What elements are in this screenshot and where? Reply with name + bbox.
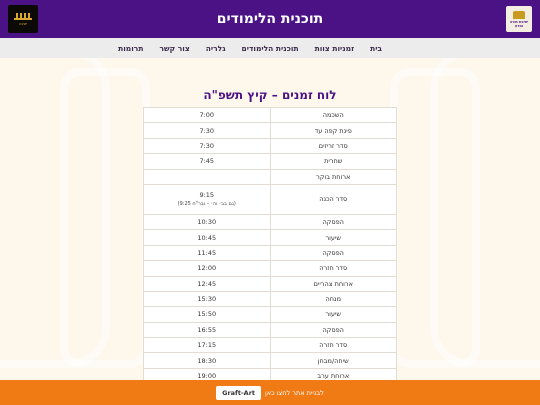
time-value: 18:30 [197, 356, 217, 365]
table-row: סדר הכנה 9:15 (גם בב׳ וה׳ – ובר"ח 9:25) [143, 183, 397, 215]
credit-button[interactable]: Graft-Art [216, 385, 262, 400]
time-value: 10:45 [197, 233, 217, 242]
time-cell: 10:45 [143, 229, 271, 246]
table-row: ארוחת ערב 19:00 [143, 367, 397, 380]
time-value: 7:30 [199, 126, 215, 135]
time-cell [143, 168, 271, 185]
time-cell: 7:45 [143, 153, 271, 170]
nav-item-curriculum[interactable]: תוכנית הלימודים [242, 44, 299, 53]
time-value: 9:15 [199, 191, 215, 200]
time-value: 10:30 [197, 218, 217, 227]
time-value: 15:30 [197, 295, 217, 304]
site-header: ישיבת תורה ומדע תוכנית הלימודים ישיבה [0, 0, 540, 38]
time-value: 17:15 [197, 341, 217, 350]
page-title: תוכנית הלימודים [216, 11, 324, 27]
time-value: 12:00 [197, 264, 217, 273]
time-cell: 10:30 [143, 213, 271, 231]
activity-cell: שחרית [269, 153, 397, 170]
table-row: הפסקה 16:55 [143, 321, 397, 339]
time-value: 7:00 [199, 111, 215, 120]
time-value: 7:30 [199, 141, 215, 150]
table-row: סדר זריזים 7:30 [143, 137, 397, 155]
time-cell: 9:15 (גם בב׳ וה׳ – ובר"ח 9:25) [143, 183, 271, 215]
time-value: 12:45 [197, 279, 217, 288]
nav-item-contact[interactable]: צור קשר [159, 44, 189, 53]
table-row: מנחה 15:30 [143, 290, 397, 308]
table-row: סדר חזרה 17:15 [143, 337, 397, 354]
table-row: שיעור 10:45 [143, 229, 397, 246]
table-row: השכמה 7:00 [143, 107, 397, 124]
activity-cell: סדר חזרה [269, 337, 397, 354]
partner-logo: ישיבה [8, 5, 38, 33]
table-row: ארוחת בוקר [143, 168, 397, 185]
time-value: 7:45 [199, 157, 215, 166]
table-row: הפסקה 11:45 [143, 244, 397, 262]
time-cell: 15:30 [143, 290, 271, 308]
time-cell: 12:45 [143, 275, 271, 292]
activity-cell: סדר הכנה [269, 183, 397, 215]
nav-item-donations[interactable]: תרומות [118, 44, 143, 53]
activity-cell: ארוחת צהריים [269, 275, 397, 292]
nav-item-staff[interactable]: זמניות צוות [315, 44, 355, 53]
footer-text[interactable]: לבניית אתר לחצו כאן [265, 389, 324, 397]
crown-icon [14, 12, 32, 20]
time-cell: 19:00 [143, 367, 271, 380]
activity-cell: הפסקה [269, 213, 397, 231]
time-cell: 18:30 [143, 352, 271, 369]
activity-cell: שיעור [269, 229, 397, 246]
time-cell: 7:30 [143, 137, 271, 155]
activity-cell: סדר חזרה [269, 260, 397, 277]
table-row: שיעור 15:50 [143, 306, 397, 323]
time-cell: 7:00 [143, 107, 271, 124]
logo-text: ישיבת תורה ומדע [509, 19, 529, 28]
time-value: 15:50 [197, 310, 217, 319]
activity-cell: הפסקה [269, 321, 397, 339]
activity-cell: סדר זריזים [269, 137, 397, 155]
activity-cell: פינת קפה עד [269, 122, 397, 139]
time-cell: 11:45 [143, 244, 271, 262]
book-icon [513, 10, 525, 19]
schedule-title: לוח זמנים – קיץ תשפ"ה [203, 88, 337, 102]
time-value: 11:45 [197, 248, 217, 257]
table-row: ארוחת צהריים 12:45 [143, 275, 397, 292]
activity-cell: שיעור [269, 306, 397, 323]
time-note: (גם בב׳ וה׳ – ובר"ח 9:25) [177, 201, 236, 208]
schedule-table: השכמה 7:00 פינת קפה עד 7:30 סדר זריזים 7:30 שח… [143, 107, 397, 380]
activity-cell: ארוחת ערב [269, 367, 397, 380]
time-value: 19:00 [197, 372, 217, 380]
time-cell: 12:00 [143, 260, 271, 277]
site-logo[interactable]: ישיבת תורה ומדע [506, 6, 532, 32]
table-row: סדר חזרה 12:00 [143, 260, 397, 277]
activity-cell: הפסקה [269, 244, 397, 262]
table-row: שחרית 7:45 [143, 153, 397, 170]
nav-item-home[interactable]: בית [370, 44, 382, 53]
table-row: הפסקה 10:30 [143, 213, 397, 231]
table-row: פינת קפה עד 7:30 [143, 122, 397, 139]
activity-cell: ארוחת בוקר [269, 168, 397, 185]
partner-logo-text: ישיבה [18, 21, 28, 26]
main-nav: בית זמניות צוות תוכנית הלימודים גלריה צו… [0, 38, 540, 58]
time-cell: 17:15 [143, 337, 271, 354]
activity-cell: שיחה/מבחן [269, 352, 397, 369]
time-cell: 15:50 [143, 306, 271, 323]
footer-bar: לבניית אתר לחצו כאן Graft-Art [0, 380, 540, 405]
activity-cell: מנחה [269, 290, 397, 308]
nav-item-gallery[interactable]: גלריה [206, 44, 226, 53]
time-cell: 16:55 [143, 321, 271, 339]
activity-cell: השכמה [269, 107, 397, 124]
table-row: שיחה/מבחן 18:30 [143, 352, 397, 369]
time-cell: 7:30 [143, 122, 271, 139]
time-value: 16:55 [197, 325, 217, 334]
